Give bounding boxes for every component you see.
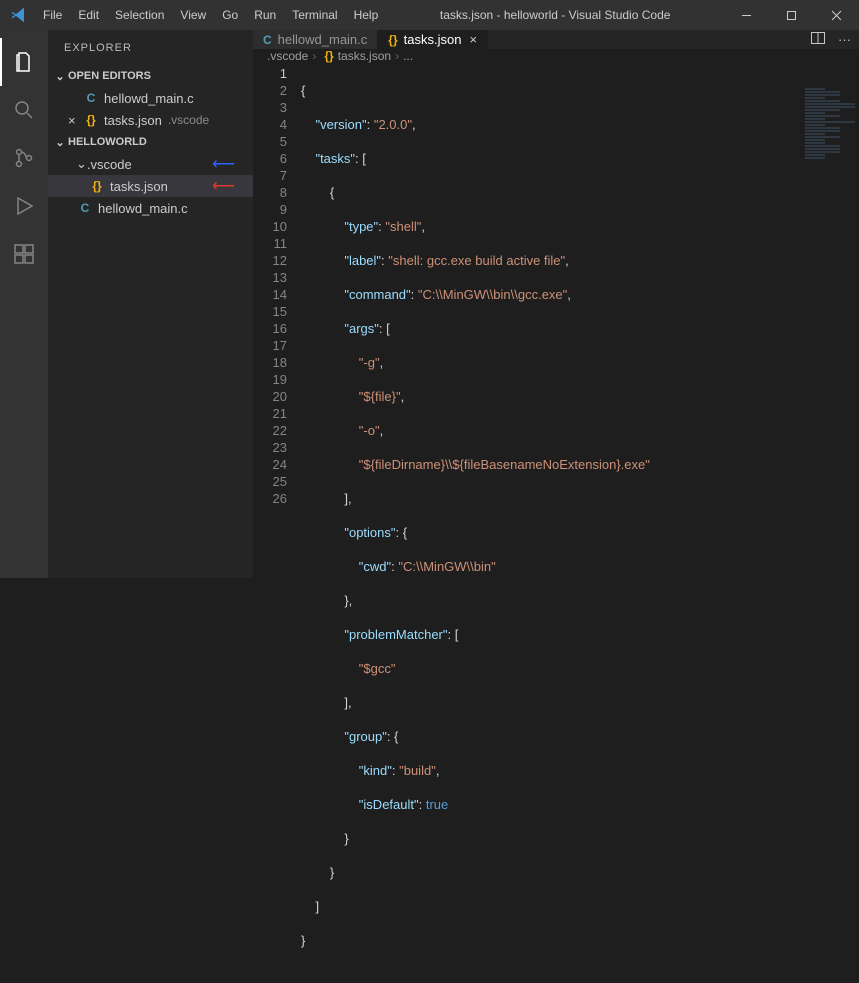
file-label: hellowd_main.c — [104, 91, 194, 106]
folder-vscode[interactable]: ⌄ .vscode ⟵ — [48, 153, 253, 175]
close-button[interactable] — [814, 0, 859, 30]
activity-bar — [0, 30, 48, 578]
maximize-button[interactable] — [769, 0, 814, 30]
menu-go[interactable]: Go — [214, 0, 246, 30]
menu-help[interactable]: Help — [346, 0, 387, 30]
activity-run-debug[interactable] — [0, 182, 48, 230]
titlebar: File Edit Selection View Go Run Terminal… — [0, 0, 859, 30]
tab-strip: C hellowd_main.c {} tasks.json × ··· — [253, 30, 859, 49]
window-title: tasks.json - helloworld - Visual Studio … — [386, 8, 724, 22]
chevron-down-icon: ⌄ — [76, 156, 87, 172]
c-file-icon: C — [82, 91, 100, 105]
code-content[interactable]: { "version": "2.0.0", "tasks": [ { "type… — [301, 63, 859, 983]
tab-actions: ··· — [810, 30, 859, 49]
file-label: hellowd_main.c — [98, 201, 188, 216]
activity-explorer[interactable] — [0, 38, 48, 86]
menu-run[interactable]: Run — [246, 0, 284, 30]
breadcrumb-tail: ... — [403, 49, 413, 63]
more-actions-icon[interactable]: ··· — [838, 32, 851, 47]
breadcrumbs[interactable]: .vscode › {} tasks.json › ... — [253, 49, 859, 63]
activity-search[interactable] — [0, 86, 48, 134]
minimize-button[interactable] — [724, 0, 769, 30]
open-editors-label: OPEN EDITORS — [68, 70, 151, 82]
open-editor-hellowd[interactable]: C hellowd_main.c — [48, 87, 253, 109]
chevron-down-icon: ⌄ — [52, 70, 68, 83]
file-hellowd-main[interactable]: C hellowd_main.c — [48, 197, 253, 219]
close-icon[interactable]: × — [68, 113, 82, 128]
activity-extensions[interactable] — [0, 230, 48, 278]
line-number-gutter: 1234567891011121314151617181920212223242… — [253, 63, 301, 983]
chevron-right-icon: › — [312, 49, 316, 63]
menu-terminal[interactable]: Terminal — [284, 0, 345, 30]
menu-view[interactable]: View — [172, 0, 214, 30]
tab-hellowd[interactable]: C hellowd_main.c — [253, 30, 378, 49]
json-file-icon: {} — [388, 33, 397, 47]
folder-label: .vscode — [87, 157, 132, 172]
file-tasks-json[interactable]: {} tasks.json ⟵ — [48, 175, 253, 197]
json-file-icon: {} — [82, 113, 100, 127]
code-editor[interactable]: 1234567891011121314151617181920212223242… — [253, 63, 859, 983]
open-editor-tasks[interactable]: × {} tasks.json .vscode — [48, 109, 253, 131]
annotation-arrow-blue: ⟵ — [212, 154, 235, 174]
chevron-right-icon: › — [395, 49, 399, 63]
file-desc: .vscode — [168, 113, 209, 127]
menubar: File Edit Selection View Go Run Terminal… — [35, 0, 386, 30]
c-file-icon: C — [263, 33, 272, 47]
open-editors-header[interactable]: ⌄ OPEN EDITORS — [48, 65, 253, 87]
file-label: tasks.json — [104, 113, 162, 128]
chevron-down-icon: ⌄ — [52, 136, 68, 149]
json-file-icon: {} — [88, 179, 106, 193]
tab-label: tasks.json — [404, 32, 462, 47]
close-icon[interactable]: × — [469, 32, 477, 47]
menu-selection[interactable]: Selection — [107, 0, 172, 30]
explorer-title: EXPLORER — [48, 30, 253, 65]
editor-group: C hellowd_main.c {} tasks.json × ··· .vs… — [253, 30, 859, 578]
c-file-icon: C — [76, 201, 94, 215]
explorer-sidebar: EXPLORER ⌄ OPEN EDITORS C hellowd_main.c… — [48, 30, 253, 578]
workspace-label: HELLOWORLD — [68, 136, 147, 148]
split-editor-icon[interactable] — [810, 30, 826, 49]
tab-label: hellowd_main.c — [278, 32, 368, 47]
activity-source-control[interactable] — [0, 134, 48, 182]
vscode-logo-icon — [0, 7, 35, 23]
file-label: tasks.json — [110, 179, 168, 194]
tab-tasks[interactable]: {} tasks.json × — [378, 30, 488, 49]
annotation-arrow-red: ⟵ — [212, 176, 235, 196]
menu-file[interactable]: File — [35, 0, 70, 30]
window-controls — [724, 0, 859, 30]
menu-edit[interactable]: Edit — [70, 0, 107, 30]
workspace-header[interactable]: ⌄ HELLOWORLD — [48, 131, 253, 153]
json-file-icon: {} — [324, 49, 333, 63]
breadcrumb-dir[interactable]: .vscode — [267, 49, 308, 63]
breadcrumb-file[interactable]: tasks.json — [338, 49, 391, 63]
